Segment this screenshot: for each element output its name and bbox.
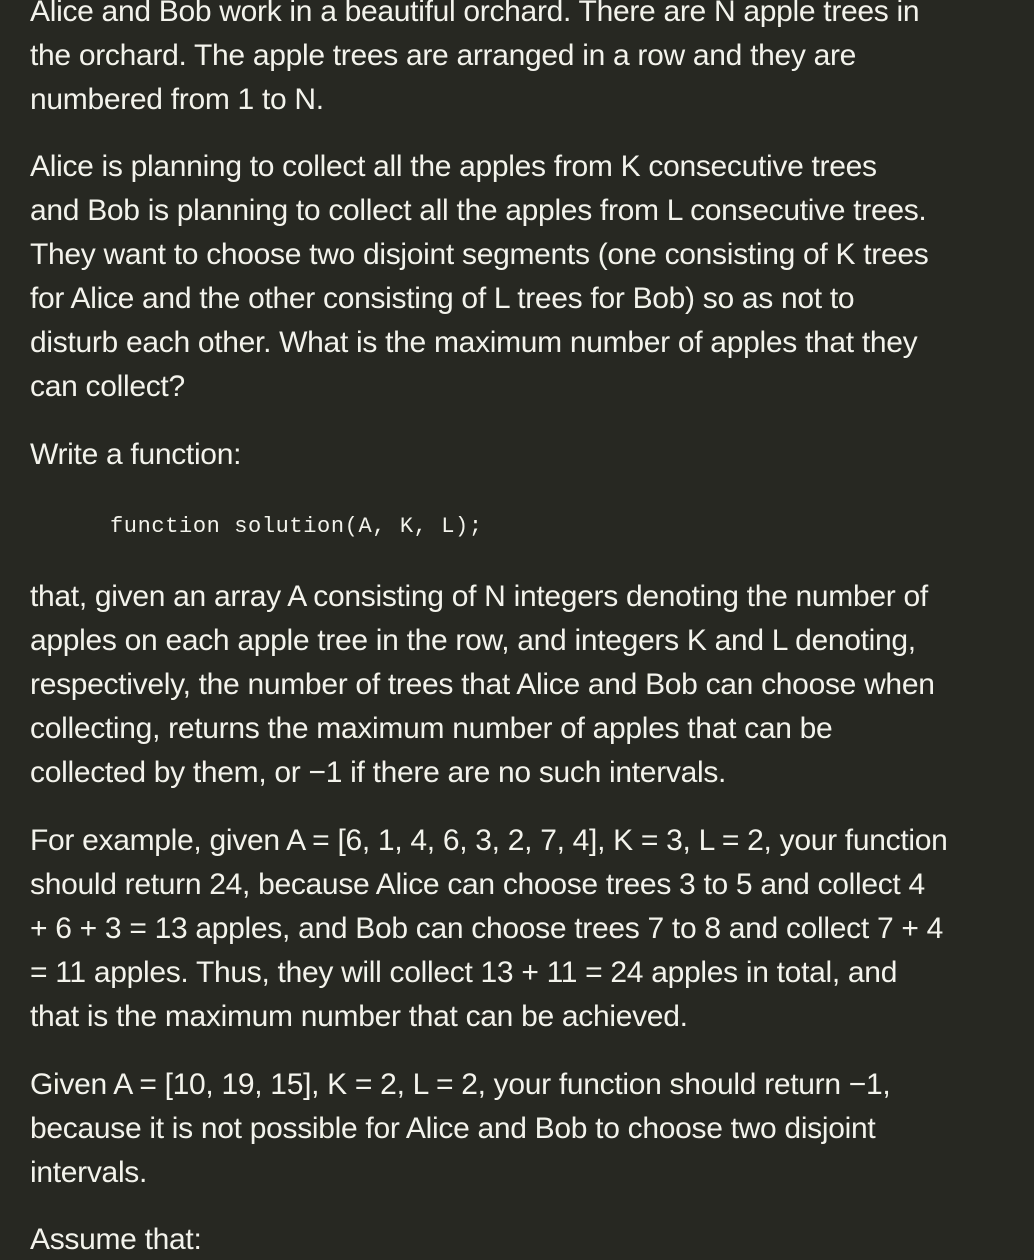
text-line: that, given an array A consisting of N i… [30, 580, 928, 613]
text-line: disturb each other. What is the maximum … [30, 326, 918, 359]
paragraph-write-function: Write a function: [30, 433, 1030, 477]
text-line: Alice and Bob work in a beautiful orchar… [30, 0, 920, 28]
paragraph-example-1: For example, given A = [6, 1, 4, 6, 3, 2… [30, 819, 1030, 1039]
text-line: the orchard. The apple trees are arrange… [30, 39, 857, 72]
paragraph-assumptions: Assume that: [30, 1218, 1030, 1260]
text-line: and Bob is planning to collect all the a… [30, 194, 927, 227]
text-line: respectively, the number of trees that A… [30, 668, 935, 701]
paragraph-function-description: that, given an array A consisting of N i… [30, 575, 1030, 795]
text-line: Write a function: [30, 438, 242, 471]
text-line: collected by them, or −1 if there are no… [30, 756, 727, 789]
text-line: numbered from 1 to N. [30, 83, 324, 116]
text-line: for Alice and the other consisting of L … [30, 282, 855, 315]
paragraph-intro: Alice and Bob work in a beautiful orchar… [30, 0, 1030, 122]
text-line: apples on each apple tree in the row, an… [30, 624, 916, 657]
text-line: = 11 apples. Thus, they will collect 13 … [30, 956, 898, 989]
text-line: that is the maximum number that can be a… [30, 1000, 688, 1033]
text-line: collecting, returns the maximum number o… [30, 712, 833, 745]
text-line: Alice is planning to collect all the app… [30, 150, 877, 183]
text-line: + 6 + 3 = 13 apples, and Bob can choose … [30, 912, 943, 945]
paragraph-task: Alice is planning to collect all the app… [30, 145, 1030, 409]
text-line: For example, given A = [6, 1, 4, 6, 3, 2… [30, 824, 948, 857]
text-line: Assume that: [30, 1223, 202, 1256]
paragraph-example-2: Given A = [10, 19, 15], K = 2, L = 2, yo… [30, 1063, 1030, 1195]
function-signature-code: function solution(A, K, L); [110, 514, 483, 539]
problem-statement: Alice and Bob work in a beautiful orchar… [0, 0, 1034, 1260]
text-line: should return 24, because Alice can choo… [30, 868, 925, 901]
text-line: They want to choose two disjoint segment… [30, 238, 929, 271]
text-line: because it is not possible for Alice and… [30, 1112, 876, 1145]
text-line: can collect? [30, 370, 185, 403]
text-line: intervals. [30, 1156, 148, 1189]
text-line: Given A = [10, 19, 15], K = 2, L = 2, yo… [30, 1068, 891, 1101]
